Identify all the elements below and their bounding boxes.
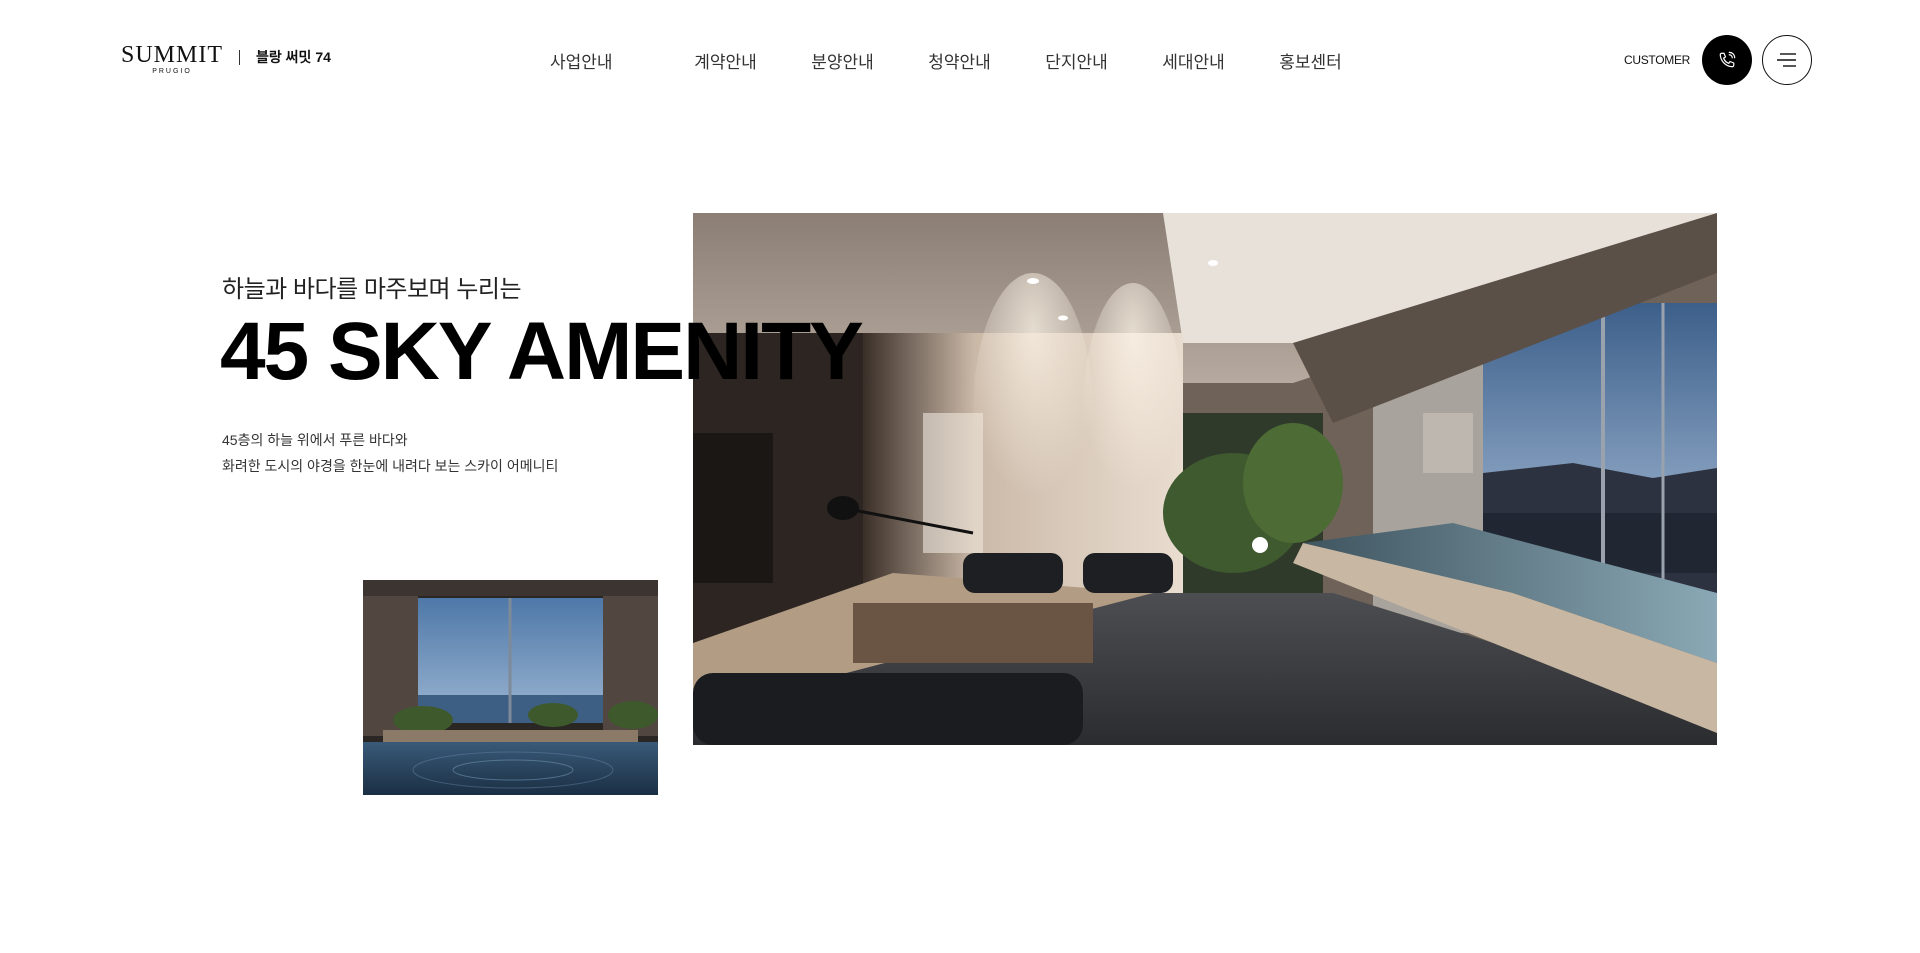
hero-eyebrow: 하늘과 바다를 마주보며 누리는 — [222, 276, 522, 303]
menu-button[interactable] — [1762, 35, 1812, 85]
call-button[interactable] — [1702, 35, 1752, 85]
sky-amenity-sub-photo — [363, 580, 658, 795]
hero-headline: 45 SKY AMENITY — [220, 306, 864, 397]
logo-wordmark: SUMMIT — [121, 42, 224, 68]
main-navigation: 사업안내 계약안내 분양안내 청약안내 단지안내 세대안내 홍보센터 — [550, 48, 1369, 73]
site-header: SUMMIT PRUGIO 블랑 써밋 74 사업안내 계약안내 분양안내 청약… — [0, 0, 1920, 120]
phone-icon — [1719, 51, 1736, 68]
sea-view-bath-image — [363, 580, 658, 795]
logo-subtitle: PRUGIO — [152, 68, 192, 75]
hero-description-line: 화려한 도시의 야경을 한눈에 내려다 보는 스카이 어메니티 — [222, 458, 559, 474]
site-name: 블랑 써밋 74 — [256, 49, 331, 65]
nav-contract-info[interactable]: 계약안내 — [667, 48, 784, 73]
nav-business-info[interactable]: 사업안내 — [550, 48, 667, 73]
nav-promotion-center[interactable]: 홍보센터 — [1252, 48, 1369, 73]
hero-description: 45층의 하늘 위에서 푸른 바다와 화려한 도시의 야경을 한눈에 내려다 보… — [222, 427, 558, 479]
customer-label: CUSTOMER — [1624, 53, 1691, 67]
nav-subscription-info[interactable]: 청약안내 — [901, 48, 1018, 73]
sky-amenity-main-photo — [693, 213, 1717, 745]
site-logo[interactable]: SUMMIT PRUGIO 블랑 써밋 74 — [121, 42, 331, 76]
sky-lounge-image — [693, 213, 1717, 745]
hero-description-line: 45층의 하늘 위에서 푸른 바다와 — [222, 432, 408, 448]
nav-sale-info[interactable]: 분양안내 — [784, 48, 901, 73]
nav-complex-info[interactable]: 단지안내 — [1018, 48, 1135, 73]
summit-logo-mark: SUMMIT PRUGIO — [121, 42, 224, 76]
hamburger-menu-icon — [1777, 53, 1796, 67]
logo-divider — [239, 49, 241, 65]
nav-unit-info[interactable]: 세대안내 — [1135, 48, 1252, 73]
